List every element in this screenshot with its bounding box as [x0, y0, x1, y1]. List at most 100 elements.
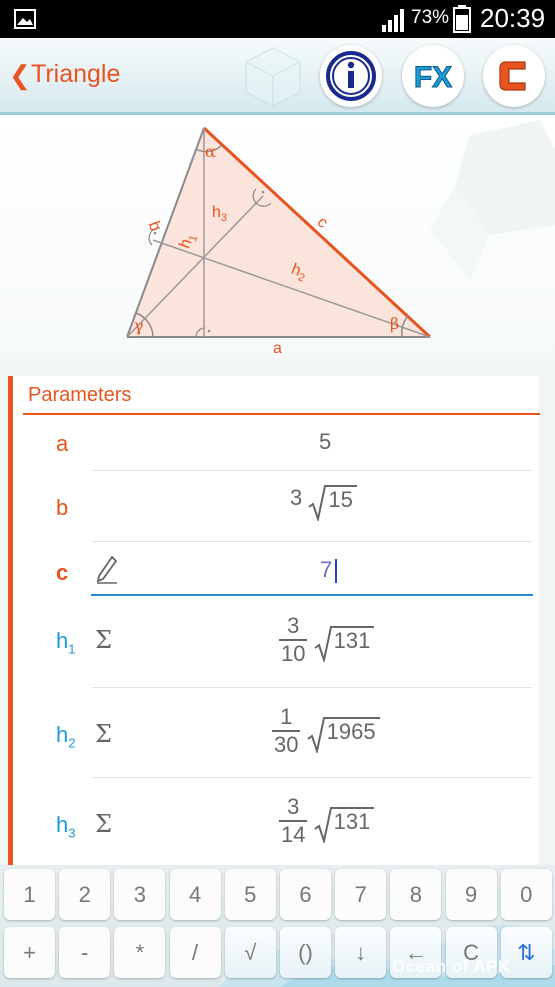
triangle-figure: α γ β a b c h1 h2 h3	[126, 120, 555, 357]
param-value-b[interactable]: 3 15	[290, 485, 357, 522]
h2-denominator: 30	[272, 730, 301, 757]
h3-sqrt: 131	[314, 807, 375, 843]
angle-alpha-label: α	[205, 142, 216, 161]
key-5[interactable]: 5	[224, 869, 276, 920]
clear-button[interactable]	[483, 45, 545, 107]
battery-icon	[453, 5, 471, 33]
h1-denominator: 10	[279, 639, 308, 666]
b-sqrt: 15	[308, 485, 357, 522]
key-0[interactable]: 0	[500, 869, 552, 920]
sigma-icon[interactable]: Σ	[95, 626, 112, 654]
key-minus[interactable]: -	[59, 927, 111, 978]
h2-letter: h	[56, 722, 69, 747]
key-sqrt[interactable]: √	[224, 927, 276, 978]
page-title[interactable]: Triangle	[31, 60, 120, 89]
battery-percent: 73%	[411, 7, 450, 28]
key-3[interactable]: 3	[114, 869, 166, 920]
angle-beta-label: β	[390, 314, 399, 333]
parameters-title: Parameters	[28, 384, 132, 406]
h1-sqrt: 131	[314, 626, 375, 662]
pencil-edit-icon	[96, 555, 118, 584]
sigma-icon[interactable]: Σ	[95, 720, 112, 748]
h3-letter: h	[56, 812, 69, 837]
param-label-c: c	[56, 560, 69, 585]
key-2[interactable]: 2	[59, 869, 111, 920]
key-multiply[interactable]: *	[114, 927, 166, 978]
h1-fraction: 3 10	[279, 613, 308, 667]
b-coefficient: 3	[290, 485, 303, 510]
param-row-h2[interactable]: h2 Σ 1 30 1965	[13, 688, 544, 778]
parameters-panel: Parameters a 5 b 3 15 c 7 h1 Σ 3 10 131 …	[8, 376, 540, 865]
key-divide[interactable]: /	[169, 927, 221, 978]
svg-text:FX: FX	[414, 61, 452, 94]
side-a-label: a	[273, 340, 282, 357]
key-down[interactable]: ↓	[335, 927, 387, 978]
param-label-h2: h2	[56, 722, 75, 750]
param-label-h1: h1	[56, 628, 75, 656]
param-value-h3[interactable]: 3 14 131	[279, 794, 375, 848]
sqrt-symbol-icon	[314, 807, 332, 843]
param-row-h3[interactable]: h3 Σ 3 14 131	[13, 778, 544, 865]
key-plus[interactable]: +	[4, 927, 55, 978]
b-radicand: 15	[324, 485, 357, 513]
h2-radicand: 1965	[322, 717, 380, 745]
param-row-c[interactable]: c 7	[13, 541, 544, 598]
h2-sub: 2	[68, 735, 76, 751]
param-row-b[interactable]: b 3 15	[13, 471, 544, 542]
altitude-h3-sub: 3	[221, 212, 227, 224]
gallery-notification-icon	[14, 9, 36, 29]
text-caret	[335, 559, 338, 584]
h3-denominator: 14	[279, 820, 308, 847]
fx-icon: FX	[413, 61, 452, 95]
back-chevron-icon[interactable]: ❮	[9, 60, 31, 91]
sigma-icon[interactable]: Σ	[95, 810, 112, 838]
param-label-a: a	[56, 431, 69, 456]
status-bar: 73% 20:39	[0, 0, 555, 38]
h2-fraction: 1 30	[272, 704, 301, 758]
h3-numerator: 3	[287, 794, 300, 819]
decorative-cube-icon	[245, 47, 301, 107]
angle-gamma-label: γ	[134, 316, 144, 335]
key-7[interactable]: 7	[335, 869, 387, 920]
sqrt-symbol-icon	[314, 626, 332, 662]
numeric-keyboard: 1234567890 + - * / √() ↓ ← C ⇅ Ocean of APK	[0, 865, 555, 987]
altitude-h3-letter: h	[212, 204, 221, 221]
param-value-h2[interactable]: 1 30 1965	[272, 704, 380, 758]
h1-numerator: 3	[287, 613, 300, 638]
param-value-a[interactable]: 5	[319, 429, 331, 455]
sqrt-symbol-icon	[307, 717, 325, 753]
param-value-h1[interactable]: 3 10 131	[279, 613, 375, 667]
active-input-underline	[91, 594, 533, 596]
h3-sub: 3	[68, 825, 76, 841]
h1-radicand: 131	[329, 626, 375, 654]
watermark-text: Ocean of APK	[392, 957, 511, 976]
h1-sub: 1	[68, 641, 76, 657]
param-value-c[interactable]: 7	[320, 557, 338, 584]
h2-sqrt: 1965	[307, 717, 380, 753]
param-row-h1[interactable]: h1 Σ 3 10 131	[13, 598, 544, 688]
c-input-text: 7	[320, 557, 333, 582]
info-icon	[326, 51, 376, 101]
param-label-b: b	[56, 495, 69, 520]
signal-strength-icon	[382, 9, 404, 32]
h2-numerator: 1	[280, 704, 293, 729]
formula-button[interactable]: FX	[402, 45, 464, 107]
side-c-label: c	[314, 214, 331, 232]
key-parentheses[interactable]: ()	[280, 927, 331, 978]
key-4[interactable]: 4	[169, 869, 221, 920]
side-b-label: b	[145, 219, 164, 233]
status-clock: 20:39	[480, 3, 546, 33]
key-6[interactable]: 6	[280, 869, 331, 920]
info-button[interactable]	[320, 45, 382, 107]
sqrt-symbol-icon	[308, 485, 327, 522]
key-8[interactable]: 8	[390, 869, 442, 920]
clear-c-icon	[499, 61, 526, 91]
action-bar: ❮ Triangle FX	[0, 38, 555, 115]
h1-letter: h	[56, 628, 69, 653]
h3-fraction: 3 14	[279, 794, 308, 848]
key-9[interactable]: 9	[445, 869, 497, 920]
key-1[interactable]: 1	[4, 869, 55, 920]
h3-radicand: 131	[329, 807, 375, 835]
param-label-h3: h3	[56, 812, 75, 840]
triangle-diagram: α γ β a b c h1 h2 h3	[0, 115, 555, 360]
